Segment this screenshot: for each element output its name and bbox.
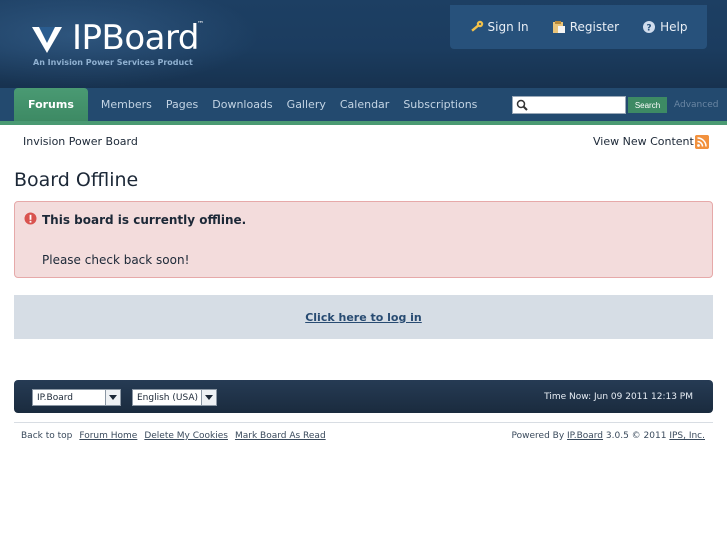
advanced-search-link[interactable]: Advanced [674,100,718,110]
header: IPBoard ™ An Invision Power Services Pro… [0,0,727,88]
footer-links: Back to top Forum Home Delete My Cookies… [21,431,333,441]
register-label: Register [569,20,620,34]
logo-text: IPBoard [72,18,199,58]
error-heading: This board is currently offline. [42,213,247,227]
ipboard-product-link[interactable]: IP.Board [567,431,603,441]
error-icon [24,212,37,225]
login-link[interactable]: Click here to log in [305,311,422,324]
powered-version: 3.0.5 © 2011 [605,431,667,441]
tab-gallery[interactable]: Gallery [280,88,333,121]
user-links: Sign In Register ? Help [450,5,707,49]
search-button[interactable]: Search [628,97,667,113]
page-title: Board Offline [14,169,139,191]
nav-accent-stripe [0,121,727,125]
language-select[interactable]: English (USA) [132,389,217,406]
svg-text:?: ? [647,24,652,34]
ipboard-logo-icon [32,27,62,53]
login-panel: Click here to log in [14,295,713,339]
tab-members[interactable]: Members [94,88,159,121]
ipboard-logo[interactable]: IPBoard ™ An Invision Power Services Pro… [30,18,230,70]
logo-trademark: ™ [197,20,204,28]
sign-in-link[interactable]: Sign In [470,20,529,34]
skin-select-value: IP.Board [37,392,73,403]
error-message: Please check back soon! [42,253,190,267]
help-link[interactable]: ? Help [642,20,687,34]
chevron-down-icon [105,390,120,405]
forum-home-link[interactable]: Forum Home [79,431,137,441]
help-label: Help [660,20,688,34]
search-icon [516,99,528,111]
powered-by: Powered By IP.Board 3.0.5 © 2011 IPS, In… [512,431,705,441]
tab-downloads[interactable]: Downloads [205,88,279,121]
tab-pages[interactable]: Pages [159,88,205,121]
footer-divider [14,422,713,423]
help-icon: ? [643,21,656,34]
view-new-content-link[interactable]: View New Content [593,135,694,148]
ips-company-link[interactable]: IPS, Inc. [669,431,705,441]
search-box [512,96,626,114]
search-input[interactable] [529,97,623,113]
skin-select[interactable]: IP.Board [32,389,121,406]
back-to-top-link[interactable]: Back to top [21,431,72,441]
tab-calendar[interactable]: Calendar [333,88,396,121]
breadcrumb-home[interactable]: Invision Power Board [23,135,138,148]
key-icon [470,20,483,32]
time-now: Time Now: Jun 09 2011 12:13 PM [544,392,693,402]
tab-subscriptions[interactable]: Subscriptions [396,88,484,121]
footer-bar: IP.Board English (USA) Time Now: Jun 09 … [14,380,713,413]
delete-cookies-link[interactable]: Delete My Cookies [144,431,228,441]
register-link[interactable]: Register [552,20,619,34]
chevron-down-icon [201,390,216,405]
mark-board-read-link[interactable]: Mark Board As Read [235,431,326,441]
clipboard-icon [552,21,565,33]
rss-feed-icon[interactable] [695,135,709,149]
sign-in-label: Sign In [487,20,529,34]
error-message-box: This board is currently offline. Please … [14,201,713,278]
language-select-value: English (USA) [137,392,199,403]
logo-tagline: An Invision Power Services Product [33,58,193,67]
tab-forums[interactable]: Forums [14,88,88,121]
powered-prefix: Powered By [511,431,565,441]
